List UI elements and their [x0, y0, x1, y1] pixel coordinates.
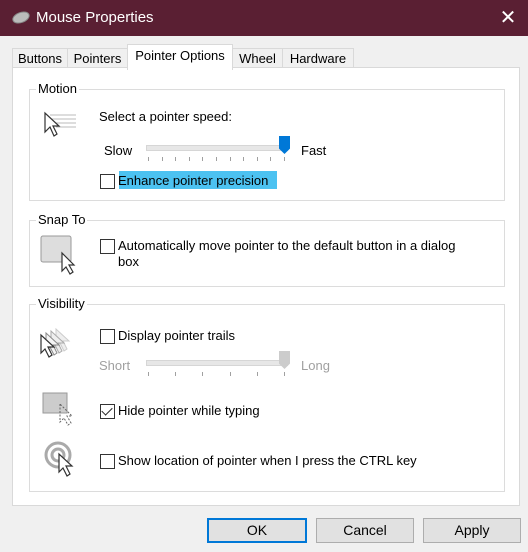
- trail-slider-thumb[interactable]: [279, 351, 290, 369]
- show-location-label[interactable]: Show location of pointer when I press th…: [118, 453, 417, 468]
- slider-tick: [175, 372, 177, 376]
- tab-page-pointer-options: Motion Select a pointer speed: Slow Fast…: [12, 67, 520, 506]
- pointer-location-icon: [44, 441, 74, 477]
- slider-tick: [229, 372, 231, 376]
- visibility-group: Visibility Display pointer trails Short …: [29, 296, 505, 492]
- slider-tick: [202, 157, 204, 161]
- slow-label: Slow: [104, 143, 133, 158]
- visibility-group-label: Visibility: [36, 296, 87, 311]
- tab-buttons[interactable]: Buttons: [12, 48, 68, 69]
- pointer-trails-label[interactable]: Display pointer trails: [118, 328, 235, 343]
- motion-group-label: Motion: [36, 81, 80, 96]
- speed-label: Select a pointer speed:: [99, 109, 232, 124]
- enhance-precision-label[interactable]: Enhance pointer precision: [118, 173, 268, 188]
- tab-pointer-options[interactable]: Pointer Options: [127, 44, 233, 70]
- short-label: Short: [99, 358, 131, 373]
- apply-button[interactable]: Apply: [423, 518, 521, 543]
- hide-while-typing-checkbox[interactable]: [100, 404, 115, 419]
- auto-snap-label-line2[interactable]: box: [118, 254, 139, 269]
- long-label: Long: [301, 358, 330, 373]
- trail-slider-track[interactable]: [146, 360, 288, 366]
- slider-tick: [243, 157, 245, 161]
- snap-to-group: Snap To Automatically move pointer to th…: [29, 212, 505, 287]
- speed-slider-track[interactable]: [146, 145, 288, 151]
- slider-tick: [188, 157, 190, 161]
- auto-snap-checkbox[interactable]: [100, 239, 115, 254]
- slider-tick: [229, 157, 231, 161]
- tab-wheel[interactable]: Wheel: [232, 48, 283, 69]
- pointer-trails-checkbox[interactable]: [100, 329, 115, 344]
- slider-tick: [202, 372, 204, 376]
- snap-to-button-icon: [40, 235, 76, 275]
- title-bar: Mouse Properties ✕: [0, 0, 528, 36]
- fast-label: Fast: [301, 143, 327, 158]
- ok-button[interactable]: OK: [207, 518, 307, 543]
- tab-pointers[interactable]: Pointers: [67, 48, 128, 69]
- window-title: Mouse Properties: [36, 9, 154, 26]
- speed-slider-thumb[interactable]: [279, 136, 290, 154]
- mouse-icon: [10, 9, 32, 26]
- slider-tick: [256, 372, 258, 376]
- slider-tick: [148, 157, 149, 161]
- snap-to-group-label: Snap To: [36, 212, 88, 227]
- cancel-button[interactable]: Cancel: [316, 518, 414, 543]
- pointer-trails-icon: [40, 327, 71, 358]
- slider-tick: [284, 372, 285, 376]
- tab-hardware[interactable]: Hardware: [282, 48, 354, 69]
- hide-while-typing-label[interactable]: Hide pointer while typing: [118, 403, 260, 418]
- slider-tick: [256, 157, 258, 161]
- slider-tick: [148, 372, 149, 376]
- slider-tick: [216, 157, 217, 161]
- slider-tick: [161, 157, 163, 161]
- show-location-checkbox[interactable]: [100, 454, 115, 469]
- hide-pointer-icon: [42, 392, 74, 426]
- auto-snap-label-line1[interactable]: Automatically move pointer to the defaul…: [118, 238, 456, 253]
- slider-tick: [175, 157, 177, 161]
- close-icon[interactable]: ✕: [488, 0, 528, 36]
- slider-tick: [270, 157, 272, 161]
- motion-group: Motion Select a pointer speed: Slow Fast…: [29, 81, 505, 201]
- pointer-speed-icon: [44, 111, 76, 137]
- slider-tick: [284, 157, 285, 161]
- enhance-precision-checkbox[interactable]: [100, 174, 115, 189]
